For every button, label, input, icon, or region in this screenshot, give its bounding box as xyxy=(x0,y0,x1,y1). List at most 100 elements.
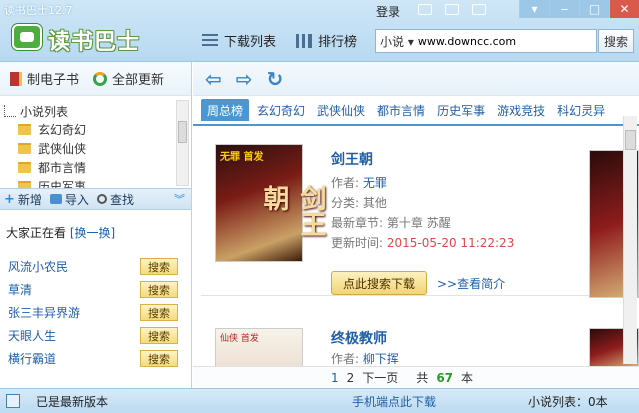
tab-gaming[interactable]: 游戏竞技 xyxy=(491,102,551,119)
tab-wuxia[interactable]: 武侠仙侠 xyxy=(311,102,371,119)
search-type-select[interactable]: 小说 ▾ xyxy=(376,33,418,50)
update-all-button[interactable]: 全部更新 xyxy=(93,69,164,88)
tree-item-wuxia[interactable]: 武侠仙侠 xyxy=(0,139,191,158)
version-status: 已是最新版本 xyxy=(36,394,109,409)
search-input[interactable] xyxy=(417,34,588,48)
import-icon xyxy=(49,194,62,204)
search-button[interactable]: 搜索 xyxy=(140,281,178,298)
add-button[interactable]: + 新增 xyxy=(4,191,42,208)
book-cover[interactable]: 仙侠 首发 xyxy=(215,328,303,366)
book-icon xyxy=(10,71,22,86)
minimize-button[interactable]: ‒ xyxy=(549,0,579,18)
main-panel: ⇦ ⇨ ↻ 周总榜 玄幻奇幻 武侠仙侠 都市言情 历史军事 游戏竞技 科幻灵异 … xyxy=(193,62,639,388)
page-2[interactable]: 2 xyxy=(347,371,355,385)
tab-fantasy[interactable]: 玄幻奇幻 xyxy=(251,102,311,119)
folder-icon xyxy=(18,162,31,173)
close-button[interactable]: ✕ xyxy=(609,0,639,18)
book-card: 无罪 首发 剑王朝 剑王朝 作者: 无罪 分类: 其他 最新章节: 第十章 苏醒… xyxy=(201,128,613,296)
list-item: 张三丰异界游 搜索 xyxy=(0,301,191,324)
book-updated: 更新时间: 2015-05-20 11:22:23 xyxy=(331,236,515,250)
header: 读书巴士12.7 读书巴士 下载列表 排行榜 登录 ▾ ‒ □ ✕ 小说 ▾ 搜… xyxy=(0,0,639,62)
search-icon xyxy=(96,194,107,204)
search-button[interactable]: 搜索 xyxy=(140,258,178,275)
popular-list: 风流小农民 搜索 草清 搜索 张三丰异界游 搜索 天眼人生 搜索 横行霸道 搜索 xyxy=(0,255,191,370)
search-box: 小说 ▾ xyxy=(375,29,597,53)
folder-icon xyxy=(18,143,31,154)
message-icon[interactable] xyxy=(445,4,459,15)
tree-item-fantasy[interactable]: 玄幻奇幻 xyxy=(0,120,191,139)
book-author: 作者: 柳下挥 xyxy=(331,352,399,366)
scroll-thumb[interactable] xyxy=(178,121,187,143)
expand-icon[interactable]: ︾ xyxy=(174,191,185,207)
search-button[interactable]: 搜索 xyxy=(140,350,178,367)
tree-root[interactable]: 小说列表 xyxy=(0,102,191,120)
search-button[interactable]: 搜索 xyxy=(140,327,178,344)
total-count: 67 xyxy=(436,370,454,385)
list-item: 风流小农民 搜索 xyxy=(0,255,191,278)
main-scrollbar[interactable] xyxy=(623,116,637,364)
navigation-bar: ⇦ ⇨ ↻ xyxy=(193,62,639,96)
tab-history[interactable]: 历史军事 xyxy=(431,102,491,119)
status-bar: 已是最新版本 手机端点此下载 小说列表：0本 xyxy=(0,388,639,413)
author-link[interactable]: 柳下挥 xyxy=(363,352,399,366)
tree-item-urban[interactable]: 都市言情 xyxy=(0,158,191,177)
list-item: 草清 搜索 xyxy=(0,278,191,301)
book-link[interactable]: 草清 xyxy=(8,281,32,298)
tab-urban[interactable]: 都市言情 xyxy=(371,102,431,119)
view-intro-link[interactable]: >>查看简介 xyxy=(437,275,505,292)
find-button[interactable]: 查找 xyxy=(96,191,134,208)
tree-line-icon xyxy=(4,105,16,117)
folder-icon xyxy=(18,181,31,188)
shirt-icon[interactable] xyxy=(472,4,486,15)
back-icon[interactable]: ⇦ xyxy=(205,69,222,89)
mail-icon[interactable] xyxy=(418,4,432,15)
forward-icon[interactable]: ⇨ xyxy=(236,69,253,89)
make-ebook-button[interactable]: 制电子书 xyxy=(10,69,79,88)
folder-icon xyxy=(18,124,31,135)
plus-icon: + xyxy=(4,191,15,207)
tree-scrollbar[interactable] xyxy=(176,100,189,186)
book-link[interactable]: 张三丰异界游 xyxy=(8,304,80,321)
list-item: 天眼人生 搜索 xyxy=(0,324,191,347)
change-link[interactable]: [换一换] xyxy=(70,226,115,240)
book-chapter: 最新章节: 第十章 苏醒 xyxy=(331,216,451,230)
book-title[interactable]: 终极教师 xyxy=(331,328,387,348)
list-icon xyxy=(202,33,218,48)
pagination: 1 2 下一页 共 67 本 xyxy=(193,366,639,388)
import-button[interactable]: 导入 xyxy=(49,191,89,208)
book-link[interactable]: 横行霸道 xyxy=(8,350,56,367)
search-button[interactable]: 搜索 xyxy=(598,29,634,53)
refresh-icon xyxy=(93,71,108,86)
nav-download-list-label: 下载列表 xyxy=(224,35,277,50)
page-1[interactable]: 1 xyxy=(331,371,339,385)
logo-icon xyxy=(12,24,42,50)
novel-count: 小说列表：0本 xyxy=(528,394,608,409)
tab-weekly[interactable]: 周总榜 xyxy=(201,99,250,121)
category-tabs: 周总榜 玄幻奇幻 武侠仙侠 都市言情 历史军事 游戏竞技 科幻灵异 xyxy=(193,96,639,126)
nav-ranking[interactable]: 排行榜 xyxy=(296,31,357,50)
left-toolbar: 制电子书 全部更新 xyxy=(0,62,191,96)
app-title: 读书巴士12.7 xyxy=(4,4,73,17)
maximize-button[interactable]: □ xyxy=(579,0,609,18)
book-category: 分类: 其他 xyxy=(331,196,387,210)
book-cover[interactable]: 无罪 首发 剑王朝 xyxy=(215,144,326,262)
tab-scifi[interactable]: 科幻灵异 xyxy=(551,102,611,119)
reload-icon[interactable]: ↻ xyxy=(267,69,284,89)
nav-download-list[interactable]: 下载列表 xyxy=(202,31,276,50)
search-button[interactable]: 搜索 xyxy=(140,304,178,321)
tree-item-history[interactable]: 历史军事 xyxy=(0,177,191,188)
novel-tree: 小说列表 玄幻奇幻 武侠仙侠 都市言情 历史军事 xyxy=(0,96,191,188)
sidebar-toggle-icon[interactable] xyxy=(6,394,20,408)
menu-button[interactable]: ▾ xyxy=(519,0,549,18)
book-link[interactable]: 风流小农民 xyxy=(8,258,68,275)
login-link[interactable]: 登录 xyxy=(376,3,400,20)
scroll-thumb[interactable] xyxy=(625,130,636,150)
window-controls: ▾ ‒ □ ✕ xyxy=(519,0,639,18)
book-title[interactable]: 剑王朝 xyxy=(331,149,373,169)
book-link[interactable]: 天眼人生 xyxy=(8,327,56,344)
next-page-link[interactable]: 下一页 xyxy=(362,369,398,386)
search-download-button[interactable]: 点此搜索下载 xyxy=(331,271,427,295)
left-actions: + 新增 导入 查找 ︾ xyxy=(0,188,191,210)
mobile-download-link[interactable]: 手机端点此下载 xyxy=(352,393,436,410)
author-link[interactable]: 无罪 xyxy=(363,176,387,190)
